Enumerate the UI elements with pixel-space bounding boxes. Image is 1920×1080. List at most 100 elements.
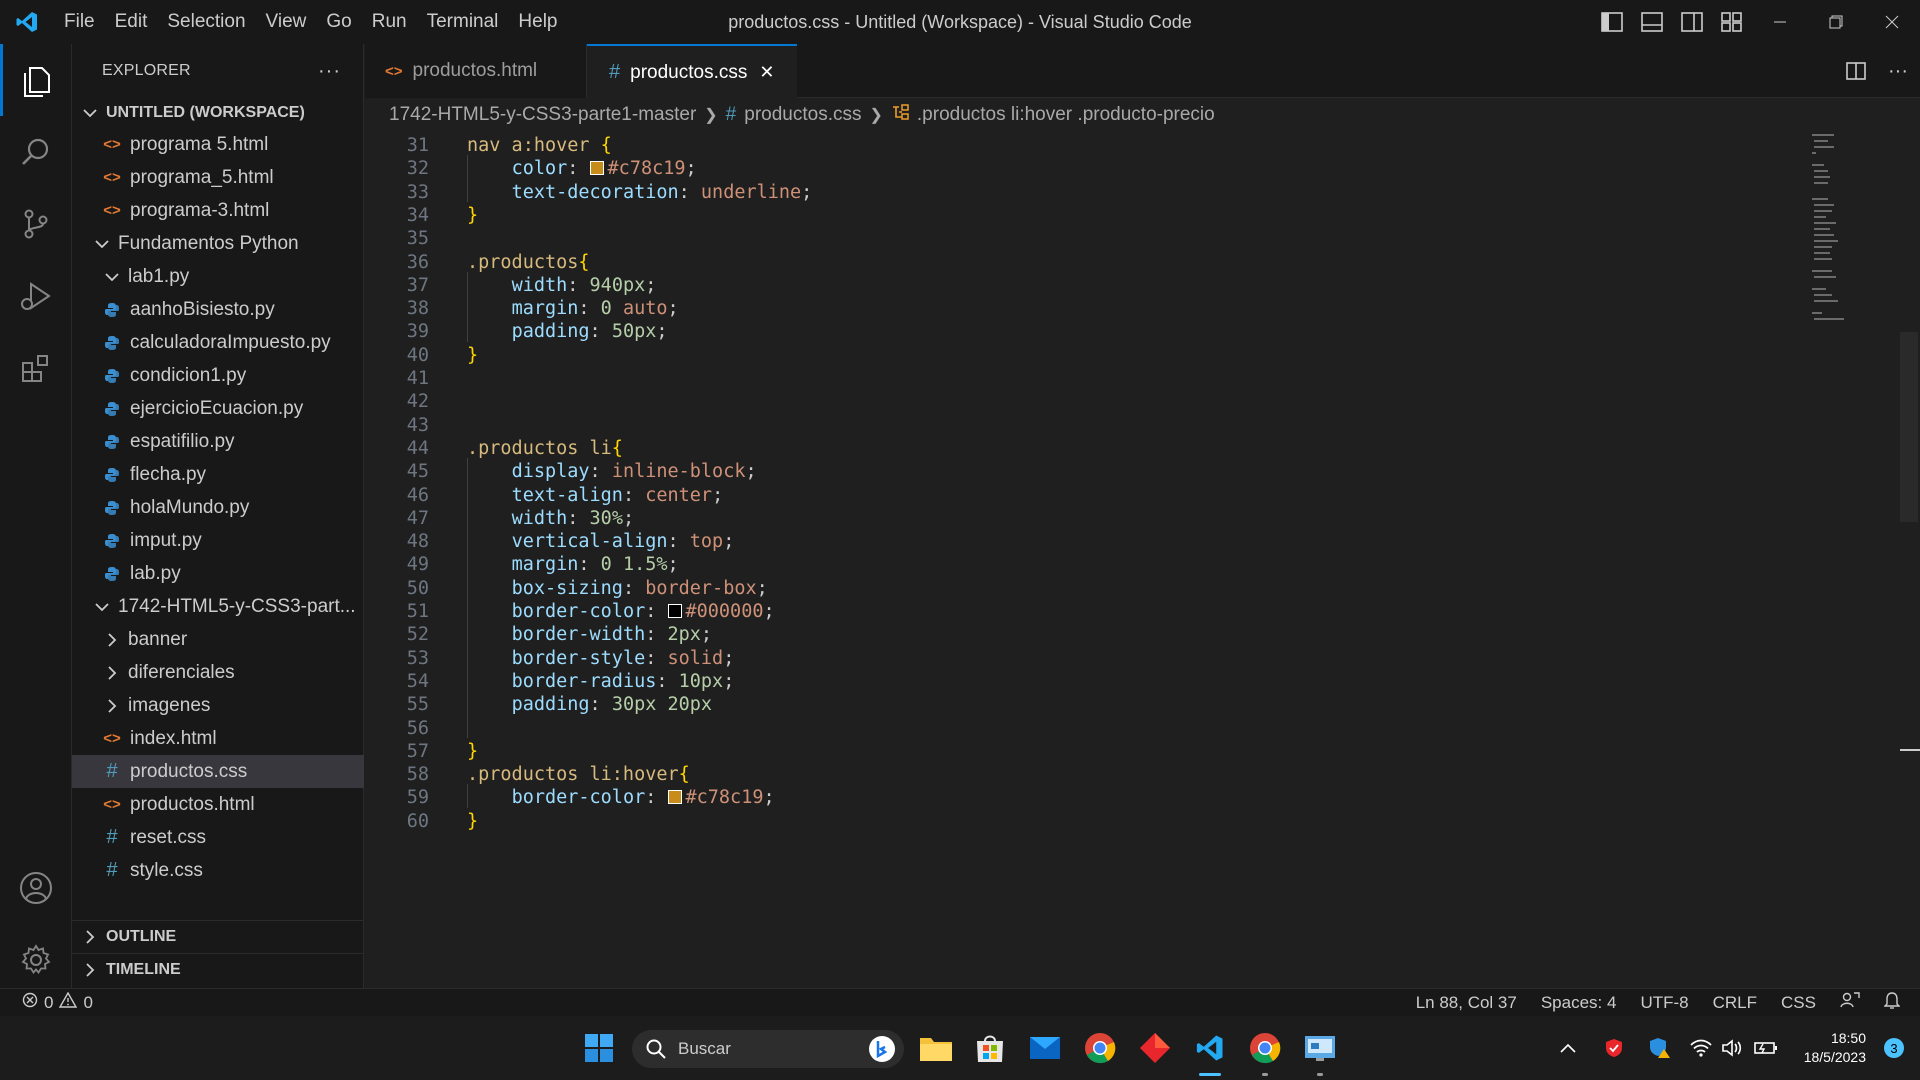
- menu-run[interactable]: Run: [362, 0, 417, 44]
- workspace-header[interactable]: UNTITLED (WORKSPACE): [72, 98, 363, 128]
- tree-item-holamundo-py[interactable]: holaMundo.py: [72, 491, 364, 524]
- breadcrumb-folder[interactable]: 1742-HTML5-y-CSS3-parte1-master: [389, 104, 696, 126]
- problems-indicator[interactable]: 0 0: [22, 991, 93, 1013]
- tree-item-banner[interactable]: banner: [72, 623, 364, 656]
- notification-badge[interactable]: 3: [1884, 1038, 1904, 1058]
- vertical-scrollbar[interactable]: [1900, 132, 1920, 1016]
- menu-file[interactable]: File: [54, 0, 105, 44]
- microsoft-store-icon[interactable]: [970, 1028, 1010, 1068]
- menu-view[interactable]: View: [256, 0, 317, 44]
- tree-item-diferenciales[interactable]: diferenciales: [72, 656, 364, 689]
- tree-item-programa-5-html[interactable]: <> programa_5.html: [72, 161, 364, 194]
- customize-layout-icon[interactable]: [1712, 0, 1752, 44]
- tree-item-productos-html[interactable]: <> productos.html: [72, 788, 364, 821]
- explorer-icon[interactable]: [0, 44, 72, 116]
- close-window-button[interactable]: [1864, 0, 1920, 44]
- encoding[interactable]: UTF-8: [1640, 993, 1688, 1013]
- outline-section[interactable]: OUTLINE: [72, 920, 364, 953]
- time: 18:50: [1830, 1030, 1866, 1046]
- menu-terminal[interactable]: Terminal: [417, 0, 509, 44]
- file-explorer-icon[interactable]: [916, 1028, 956, 1068]
- tree-item-label: programa-3.html: [130, 199, 270, 221]
- tree-item-aanhobisiesto-py[interactable]: aanhoBisiesto.py: [72, 293, 364, 326]
- toggle-panel-icon[interactable]: [1632, 0, 1672, 44]
- clock[interactable]: 18:50 18/5/2023: [1804, 1029, 1866, 1067]
- tree-item-programa-3-html[interactable]: <> programa-3.html: [72, 194, 364, 227]
- search-placeholder: Buscar: [678, 1039, 731, 1058]
- run-debug-icon[interactable]: [0, 260, 72, 332]
- end-of-line[interactable]: CRLF: [1713, 993, 1757, 1013]
- tree-item-programa-5-html[interactable]: <> programa 5.html: [72, 128, 364, 161]
- color-swatch[interactable]: [589, 161, 604, 176]
- tree-item-label: imagenes: [128, 694, 211, 716]
- chrome-icon[interactable]: [1080, 1028, 1120, 1068]
- tree-item-ejercicioecuacion-py[interactable]: ejercicioEcuacion.py: [72, 392, 364, 425]
- wifi-icon[interactable]: [1690, 1039, 1712, 1057]
- windows-start-icon[interactable]: [579, 1028, 619, 1068]
- color-swatch[interactable]: [667, 604, 682, 618]
- code-text: }: [467, 810, 479, 832]
- settings-gear-icon[interactable]: [0, 924, 72, 996]
- tree-item-index-html[interactable]: <> index.html: [72, 722, 364, 755]
- source-control-icon[interactable]: [0, 188, 72, 260]
- menu-go[interactable]: Go: [316, 0, 361, 44]
- minimap[interactable]: [1810, 132, 1850, 332]
- minimize-button[interactable]: [1752, 0, 1808, 44]
- breadcrumb-file[interactable]: productos.css: [744, 104, 861, 126]
- bing-icon[interactable]: [868, 1035, 896, 1063]
- tree-item-espatifilio-py[interactable]: espatifilio.py: [72, 425, 364, 458]
- tree-item-imagenes[interactable]: imagenes: [72, 689, 364, 722]
- split-editor-icon[interactable]: [1836, 62, 1876, 80]
- mail-icon[interactable]: [1025, 1028, 1065, 1068]
- color-swatch[interactable]: [667, 790, 682, 805]
- tree-item-calculadoraimpuesto-py[interactable]: calculadoraImpuesto.py: [72, 326, 364, 359]
- security-warning-icon[interactable]: [1648, 1037, 1670, 1059]
- close-tab-icon[interactable]: ✕: [759, 62, 774, 83]
- more-actions-icon[interactable]: ···: [318, 60, 341, 83]
- tree-item-productos-css[interactable]: # productos.css: [72, 755, 364, 788]
- editor-more-actions-icon[interactable]: ···: [1876, 60, 1920, 83]
- chrome-icon[interactable]: [1245, 1028, 1285, 1068]
- scrollbar-thumb[interactable]: [1900, 332, 1918, 522]
- code-line[interactable]: 60}: [365, 808, 1765, 836]
- cursor-position[interactable]: Ln 88, Col 37: [1416, 993, 1517, 1013]
- toggle-secondary-sidebar-icon[interactable]: [1672, 0, 1712, 44]
- tab-productos-html[interactable]: <> productos.html: [365, 44, 587, 98]
- accounts-icon[interactable]: [0, 852, 72, 924]
- taskbar-search[interactable]: Buscar: [632, 1030, 904, 1068]
- tree-item-style-css[interactable]: # style.css: [72, 854, 364, 887]
- code-editor[interactable]: 31 nav a:hover {32 color: #c78c19; 33 text…: [365, 132, 1920, 1016]
- toggle-primary-sidebar-icon[interactable]: [1592, 0, 1632, 44]
- tree-item-fundamentos-python[interactable]: Fundamentos Python: [72, 227, 364, 260]
- tree-item-imput-py[interactable]: imput.py: [72, 524, 364, 557]
- vscode-logo-icon[interactable]: [0, 0, 54, 44]
- tree-item-lab1-py[interactable]: lab1.py: [72, 260, 364, 293]
- timeline-section[interactable]: TIMELINE: [72, 953, 364, 986]
- vscode-taskbar-icon[interactable]: [1190, 1028, 1230, 1068]
- diamond-app-icon[interactable]: [1135, 1028, 1175, 1068]
- html-file-icon: <>: [103, 202, 121, 219]
- language-mode[interactable]: CSS: [1781, 993, 1816, 1013]
- menu-help[interactable]: Help: [508, 0, 567, 44]
- tab-productos-css[interactable]: # productos.css ✕: [587, 44, 797, 99]
- menu-edit[interactable]: Edit: [105, 0, 158, 44]
- tree-item-lab-py[interactable]: lab.py: [72, 557, 364, 590]
- tree-item-condicion1-py[interactable]: condicion1.py: [72, 359, 364, 392]
- breadcrumb-symbol[interactable]: .productos li:hover .producto-precio: [917, 104, 1215, 126]
- antivirus-icon[interactable]: [1604, 1038, 1624, 1058]
- restore-button[interactable]: [1808, 0, 1864, 44]
- tree-item-1742-html5-y-css3-part[interactable]: 1742-HTML5-y-CSS3-part...: [72, 590, 364, 623]
- notifications-bell-icon[interactable]: [1883, 991, 1901, 1014]
- tree-item-flecha-py[interactable]: flecha.py: [72, 458, 364, 491]
- volume-icon[interactable]: [1721, 1039, 1744, 1057]
- indentation[interactable]: Spaces: 4: [1541, 993, 1617, 1013]
- chevron-up-icon[interactable]: [1560, 1043, 1576, 1053]
- extensions-icon[interactable]: [0, 332, 72, 404]
- battery-icon[interactable]: [1753, 1040, 1778, 1056]
- control-panel-icon[interactable]: [1300, 1028, 1340, 1068]
- feedback-icon[interactable]: [1840, 991, 1860, 1014]
- tree-item-reset-css[interactable]: # reset.css: [72, 821, 364, 854]
- css-file-icon: #: [106, 826, 118, 848]
- search-icon[interactable]: [0, 116, 72, 188]
- menu-selection[interactable]: Selection: [157, 0, 255, 44]
